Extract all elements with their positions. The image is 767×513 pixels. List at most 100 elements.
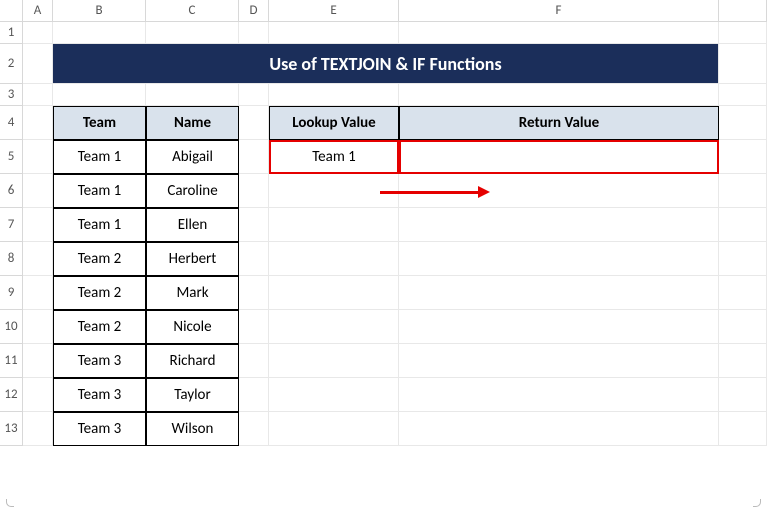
cell-B1[interactable] [53, 22, 146, 44]
cell-A10[interactable] [23, 310, 53, 344]
cell-team-7[interactable]: Team 3 [53, 378, 146, 412]
cell-E3[interactable] [269, 84, 399, 106]
cell-F11[interactable] [399, 344, 719, 378]
lookup-value-cell[interactable]: Team 1 [269, 140, 399, 174]
cell-E9[interactable] [269, 276, 399, 310]
cell-A1[interactable] [23, 22, 53, 44]
row-header-3[interactable]: 3 [0, 84, 23, 106]
cell-name-6[interactable]: Richard [146, 344, 239, 378]
cell-D3[interactable] [239, 84, 269, 106]
cell-A5[interactable] [23, 140, 53, 174]
cell-A13[interactable] [23, 412, 53, 446]
cell-B3[interactable] [53, 84, 146, 106]
cell-tail13[interactable] [719, 412, 767, 446]
cell-D6[interactable] [239, 174, 269, 208]
col-header-D[interactable]: D [239, 0, 269, 22]
cell-E8[interactable] [269, 242, 399, 276]
cell-E7[interactable] [269, 208, 399, 242]
cell-team-3[interactable]: Team 2 [53, 242, 146, 276]
cell-name-5[interactable]: Nicole [146, 310, 239, 344]
cell-F10[interactable] [399, 310, 719, 344]
cell-A2[interactable] [23, 44, 53, 84]
cell-name-7[interactable]: Taylor [146, 378, 239, 412]
cell-A9[interactable] [23, 276, 53, 310]
cell-tail9[interactable] [719, 276, 767, 310]
cell-tail5[interactable] [719, 140, 767, 174]
cell-D4[interactable] [239, 106, 269, 140]
cell-team-0[interactable]: Team 1 [53, 140, 146, 174]
cell-name-4[interactable]: Mark [146, 276, 239, 310]
row-header-9[interactable]: 9 [0, 276, 23, 310]
cell-tail4[interactable] [719, 106, 767, 140]
cell-F1[interactable] [399, 22, 719, 44]
cell-A4[interactable] [23, 106, 53, 140]
row-header-13[interactable]: 13 [0, 412, 23, 446]
cell-tail2[interactable] [719, 44, 767, 84]
cell-E6[interactable] [269, 174, 399, 208]
cell-A3[interactable] [23, 84, 53, 106]
cell-D11[interactable] [239, 344, 269, 378]
cell-name-1[interactable]: Caroline [146, 174, 239, 208]
cell-F3[interactable] [399, 84, 719, 106]
col-header-C[interactable]: C [146, 0, 239, 22]
row-header-7[interactable]: 7 [0, 208, 23, 242]
cell-A6[interactable] [23, 174, 53, 208]
cell-F13[interactable] [399, 412, 719, 446]
cell-tail10[interactable] [719, 310, 767, 344]
cell-tail6[interactable] [719, 174, 767, 208]
cell-tail1[interactable] [719, 22, 767, 44]
cell-name-3[interactable]: Herbert [146, 242, 239, 276]
cell-team-1[interactable]: Team 1 [53, 174, 146, 208]
cell-D13[interactable] [239, 412, 269, 446]
cell-A7[interactable] [23, 208, 53, 242]
cell-D1[interactable] [239, 22, 269, 44]
row-header-4[interactable]: 4 [0, 106, 23, 140]
row-header-10[interactable]: 10 [0, 310, 23, 344]
cell-name-8[interactable]: Wilson [146, 412, 239, 446]
cell-F12[interactable] [399, 378, 719, 412]
cell-E12[interactable] [269, 378, 399, 412]
row-header-8[interactable]: 8 [0, 242, 23, 276]
cell-E13[interactable] [269, 412, 399, 446]
row-header-5[interactable]: 5 [0, 140, 23, 174]
cell-E1[interactable] [269, 22, 399, 44]
cell-team-5[interactable]: Team 2 [53, 310, 146, 344]
cell-D10[interactable] [239, 310, 269, 344]
cell-name-0[interactable]: Abigail [146, 140, 239, 174]
cell-D8[interactable] [239, 242, 269, 276]
cell-name-2[interactable]: Ellen [146, 208, 239, 242]
cell-D9[interactable] [239, 276, 269, 310]
cell-team-4[interactable]: Team 2 [53, 276, 146, 310]
cell-A12[interactable] [23, 378, 53, 412]
cell-F9[interactable] [399, 276, 719, 310]
cell-E10[interactable] [269, 310, 399, 344]
cell-team-8[interactable]: Team 3 [53, 412, 146, 446]
cell-A11[interactable] [23, 344, 53, 378]
cell-C3[interactable] [146, 84, 239, 106]
cell-F7[interactable] [399, 208, 719, 242]
row-header-12[interactable]: 12 [0, 378, 23, 412]
cell-D7[interactable] [239, 208, 269, 242]
col-header-F[interactable]: F [399, 0, 719, 22]
cell-A8[interactable] [23, 242, 53, 276]
cell-D5[interactable] [239, 140, 269, 174]
cell-tail7[interactable] [719, 208, 767, 242]
cell-C1[interactable] [146, 22, 239, 44]
cell-E11[interactable] [269, 344, 399, 378]
col-header-A[interactable]: A [23, 0, 53, 22]
cell-team-6[interactable]: Team 3 [53, 344, 146, 378]
cell-tail12[interactable] [719, 378, 767, 412]
col-header-B[interactable]: B [53, 0, 146, 22]
select-all-corner[interactable] [0, 0, 23, 22]
cell-D12[interactable] [239, 378, 269, 412]
return-value-cell[interactable] [399, 140, 719, 174]
cell-tail8[interactable] [719, 242, 767, 276]
cell-team-2[interactable]: Team 1 [53, 208, 146, 242]
row-header-11[interactable]: 11 [0, 344, 23, 378]
cell-tail11[interactable] [719, 344, 767, 378]
row-header-6[interactable]: 6 [0, 174, 23, 208]
cell-tail3[interactable] [719, 84, 767, 106]
cell-F8[interactable] [399, 242, 719, 276]
cell-F6[interactable] [399, 174, 719, 208]
row-header-1[interactable]: 1 [0, 22, 23, 44]
